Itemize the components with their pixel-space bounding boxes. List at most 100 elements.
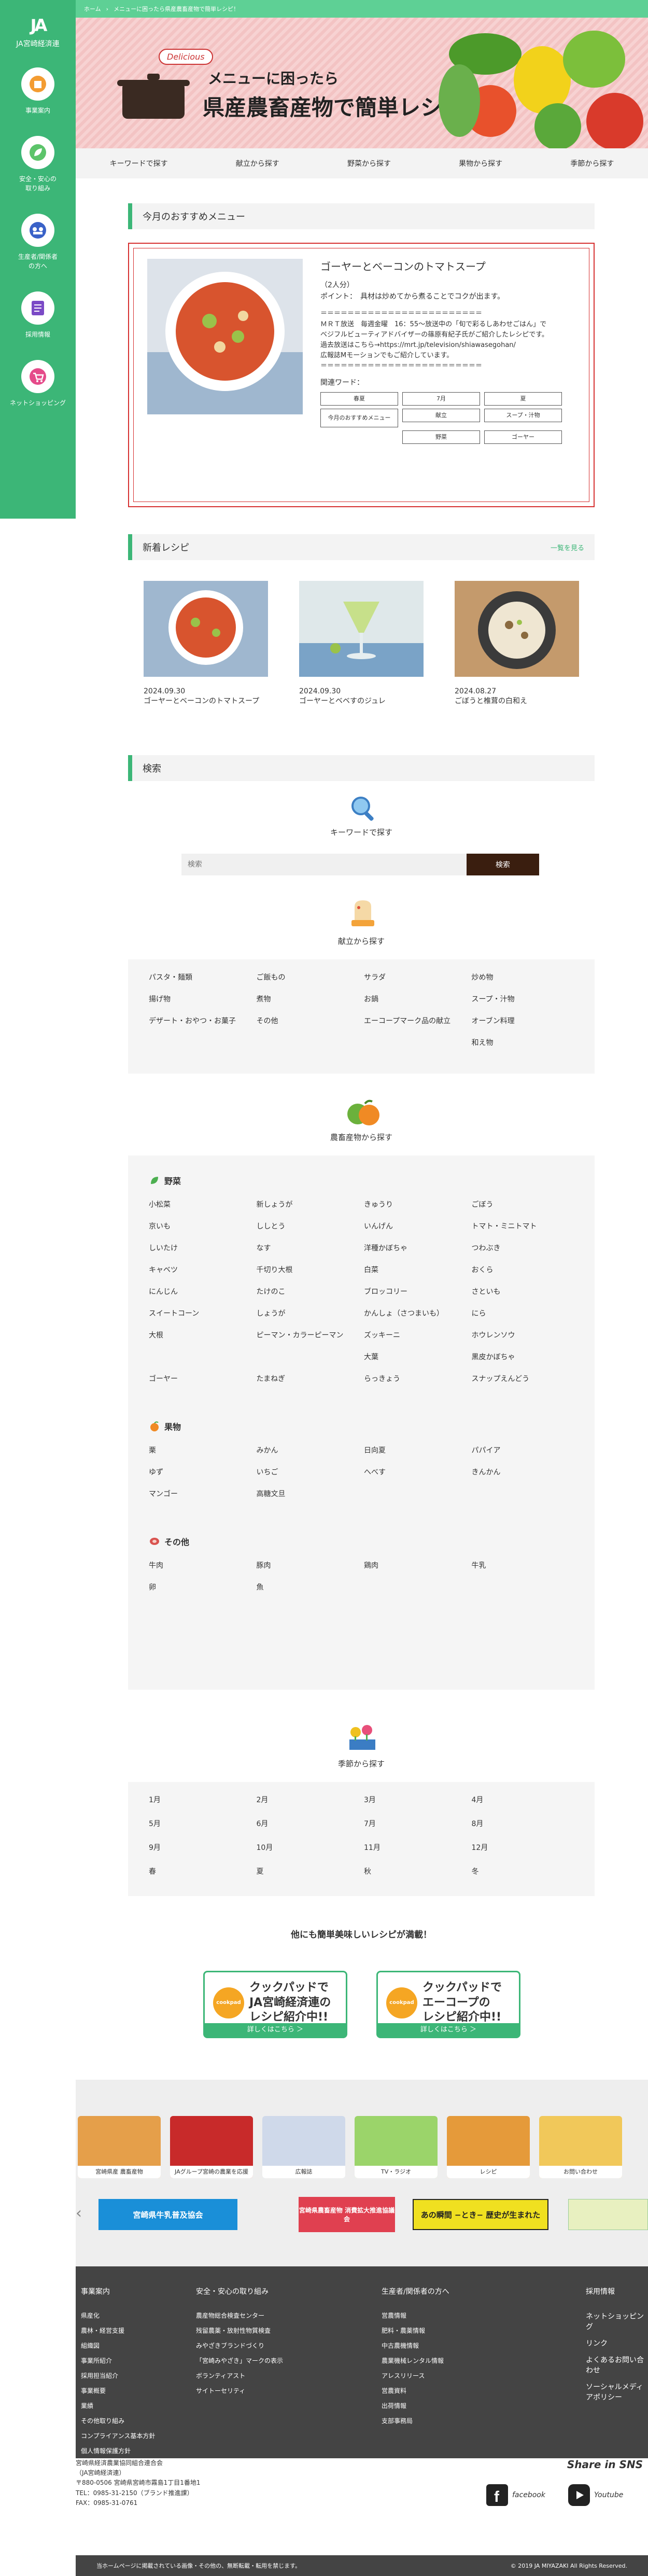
banner-produce[interactable]: 宮崎県産 農畜産物: [78, 2116, 161, 2178]
footer-link[interactable]: 農業機械レンタル情報: [382, 2356, 449, 2365]
season-link[interactable]: 12月: [472, 1842, 574, 1853]
footer-link[interactable]: ソーシャルメディアポリシー: [586, 2382, 648, 2402]
vegetable-link[interactable]: 新しょうが: [257, 1199, 359, 1209]
season-link[interactable]: 6月: [257, 1818, 359, 1829]
vegetable-link[interactable]: ゴーヤー: [149, 1373, 251, 1384]
vegetable-link[interactable]: ごぼう: [472, 1199, 574, 1209]
fruit-link[interactable]: 日向夏: [364, 1445, 467, 1455]
vegetable-link[interactable]: きゅうり: [364, 1199, 467, 1209]
tag-button[interactable]: 7月: [402, 392, 480, 406]
season-link[interactable]: 11月: [364, 1842, 467, 1853]
season-link[interactable]: 10月: [257, 1842, 359, 1853]
footer-link[interactable]: みやざきブランドづくり: [196, 2341, 283, 2350]
sidebar-item-producers[interactable]: 生産者/関係者 の方へ: [0, 214, 76, 271]
fruit-link[interactable]: ゆず: [149, 1467, 251, 1477]
tag-button[interactable]: 今月のおすすめメニュー: [320, 408, 398, 427]
footer-link[interactable]: 事業所紹介: [81, 2356, 155, 2365]
vegetable-link[interactable]: ブロッコリー: [364, 1286, 467, 1297]
fruit-link[interactable]: へべす: [364, 1467, 467, 1477]
youtube-link[interactable]: Youtube: [568, 2484, 623, 2506]
footer-link[interactable]: 県産化: [81, 2311, 155, 2320]
season-link[interactable]: 春: [149, 1866, 251, 1876]
menu-category-link[interactable]: エーコープマーク品の献立: [364, 1015, 467, 1026]
footer-link[interactable]: 事業概要: [81, 2386, 155, 2395]
footer-link[interactable]: 業績: [81, 2401, 155, 2410]
cookpad-link[interactable]: 詳しくはこちら ＞: [378, 2023, 519, 2037]
season-link[interactable]: 5月: [149, 1818, 251, 1829]
tag-button[interactable]: 夏: [484, 392, 562, 406]
catnav-keyword[interactable]: キーワードで探す: [100, 158, 178, 169]
menu-category-link[interactable]: 炒め物: [472, 972, 574, 982]
other-produce-link[interactable]: 牛乳: [472, 1560, 574, 1570]
sidebar-item-business[interactable]: 事業案内: [0, 67, 76, 115]
vegetable-link[interactable]: 白菜: [364, 1264, 467, 1275]
vegetable-link[interactable]: ホウレンソウ: [472, 1330, 574, 1340]
vegetable-link[interactable]: 千切り大根: [257, 1264, 359, 1275]
vegetable-link[interactable]: つわぶき: [472, 1243, 574, 1253]
sidebar-item-recruit[interactable]: 採用情報: [0, 291, 76, 339]
catnav-vegetables[interactable]: 野菜から探す: [337, 158, 401, 169]
vegetable-link[interactable]: 小松菜: [149, 1199, 251, 1209]
menu-category-link[interactable]: 揚げ物: [149, 994, 251, 1004]
footer-link[interactable]: その他取り組み: [81, 2416, 155, 2425]
banner-contact[interactable]: お問い合わせ: [539, 2116, 622, 2178]
vegetable-link[interactable]: 黒皮かぼちゃ: [472, 1352, 574, 1362]
vegetable-link[interactable]: 京いも: [149, 1221, 251, 1231]
menu-category-link[interactable]: ご飯もの: [257, 972, 359, 982]
footer-link[interactable]: ネットショッピング: [586, 2311, 648, 2332]
season-link[interactable]: 夏: [257, 1866, 359, 1876]
banner-recipe[interactable]: レシピ: [447, 2116, 530, 2178]
vegetable-link[interactable]: 洋種かぼちゃ: [364, 1243, 467, 1253]
vegetable-link[interactable]: しょうが: [257, 1308, 359, 1318]
footer-col-title[interactable]: 生産者/関係者の方へ: [382, 2286, 449, 2296]
breadcrumb-home[interactable]: ホーム: [84, 5, 101, 13]
vegetable-link[interactable]: スイートコーン: [149, 1308, 251, 1318]
banner-tv-radio[interactable]: TV・ラジオ: [355, 2116, 438, 2178]
vegetable-link[interactable]: にんじん: [149, 1286, 251, 1297]
menu-category-link[interactable]: オーブン料理: [472, 1015, 574, 1026]
vegetable-link[interactable]: ズッキーニ: [364, 1330, 467, 1340]
vegetable-link[interactable]: かんしょ（さつまいも）: [364, 1308, 467, 1318]
vegetable-link[interactable]: らっきょう: [364, 1373, 467, 1384]
vegetable-link[interactable]: ピーマン・カラーピーマン: [257, 1330, 359, 1340]
footer-link[interactable]: 出荷情報: [382, 2401, 449, 2410]
carousel-prev-icon[interactable]: ‹: [76, 2204, 82, 2222]
other-produce-link[interactable]: 魚: [257, 1582, 359, 1592]
catnav-menu[interactable]: 献立から探す: [226, 158, 290, 169]
catnav-fruits[interactable]: 果物から探す: [448, 158, 513, 169]
menu-category-link[interactable]: 煮物: [257, 994, 359, 1004]
footer-link[interactable]: リンク: [586, 2338, 648, 2348]
recipe-title[interactable]: ごぼうと椎茸の白和え: [455, 695, 579, 706]
season-link[interactable]: 4月: [472, 1794, 574, 1805]
other-produce-link[interactable]: 牛肉: [149, 1560, 251, 1570]
season-link[interactable]: 7月: [364, 1818, 467, 1829]
banner-history[interactable]: あの瞬間 −とき− 歴史が生まれた: [413, 2199, 548, 2230]
footer-link[interactable]: 組織図: [81, 2341, 155, 2350]
tag-button[interactable]: ゴーヤー: [484, 430, 562, 444]
banner-ja-group[interactable]: JAグループ宮崎の農業を応援: [170, 2116, 253, 2178]
footer-col-title[interactable]: 安全・安心の取り組み: [196, 2286, 283, 2296]
fruit-link[interactable]: きんかん: [472, 1467, 574, 1477]
menu-category-link[interactable]: お鍋: [364, 994, 467, 1004]
footer-link[interactable]: 残留農薬・放射性物質検査: [196, 2326, 283, 2335]
menu-category-link[interactable]: パスタ・麺類: [149, 972, 251, 982]
site-logo[interactable]: JA JA宮崎経済連: [0, 0, 76, 49]
season-link[interactable]: 1月: [149, 1794, 251, 1805]
fruit-link[interactable]: マンゴー: [149, 1488, 251, 1499]
recommend-title[interactable]: ゴーヤーとベーコンのトマトスープ: [320, 259, 569, 275]
search-input[interactable]: [181, 854, 467, 875]
recommend-card[interactable]: ゴーヤーとベーコンのトマトスープ （2人分） ポイント： 具材は炒めてから煮るこ…: [128, 243, 595, 507]
footer-link[interactable]: 採用担当紹介: [81, 2371, 155, 2380]
fruit-link[interactable]: いちご: [257, 1467, 359, 1477]
recommend-recipe-image[interactable]: [147, 259, 303, 414]
other-produce-link[interactable]: 豚肉: [257, 1560, 359, 1570]
menu-category-link[interactable]: スープ・汁物: [472, 994, 574, 1004]
season-link[interactable]: 9月: [149, 1842, 251, 1853]
fruit-link[interactable]: みかん: [257, 1445, 359, 1455]
footer-link[interactable]: よくあるお問い合わせ: [586, 2355, 648, 2375]
recipe-card[interactable]: 2024.08.27 ごぼうと椎茸の白和え: [455, 581, 579, 706]
tag-button[interactable]: 春夏: [320, 392, 398, 406]
recipe-card[interactable]: 2024.09.30 ゴーヤーとベベすのジュレ: [299, 581, 424, 706]
menu-category-link[interactable]: デザート・おやつ・お菓子: [149, 1015, 251, 1026]
cookpad-link[interactable]: 詳しくはこちら ＞: [205, 2023, 346, 2037]
